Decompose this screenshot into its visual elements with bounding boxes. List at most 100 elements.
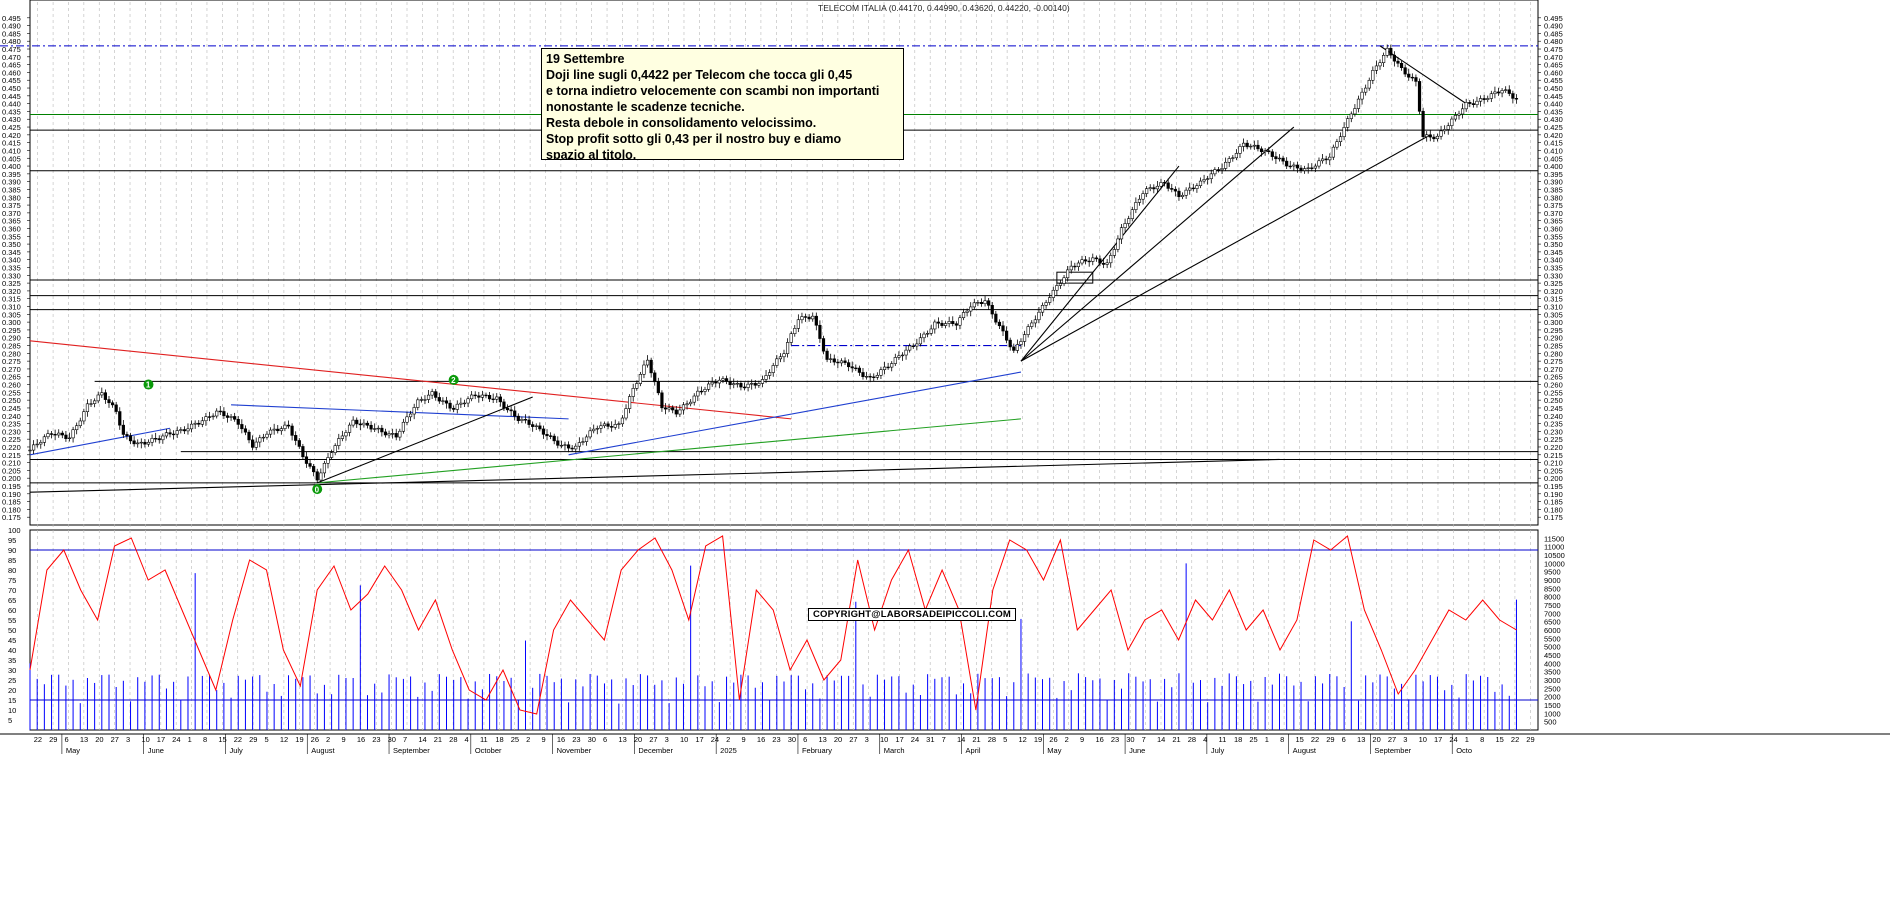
x-tick-label: 22 (34, 735, 42, 744)
price-candle (577, 442, 581, 447)
price-candle (437, 397, 441, 402)
x-tick-label: 30 (788, 735, 796, 744)
annotation-line: Stop profit sotto gli 0,43 per il nostro… (546, 132, 842, 146)
signal-label: 0 (315, 485, 320, 494)
x-month-label: July (229, 746, 243, 755)
price-candle (268, 429, 273, 435)
price-candle (803, 316, 808, 318)
x-tick-label: 8 (1480, 735, 1484, 744)
oscillator-tick-label: 95 (8, 536, 16, 545)
price-candle (1145, 188, 1149, 194)
price-candle (1371, 70, 1375, 81)
x-month-label: August (311, 746, 335, 755)
x-tick-label: 17 (157, 735, 165, 744)
price-candle (857, 367, 861, 373)
x-tick-label: 10 (1419, 735, 1427, 744)
x-tick-label: 20 (634, 735, 642, 744)
price-candle (1324, 158, 1328, 161)
price-candle (850, 366, 854, 369)
price-candle (355, 419, 359, 425)
x-tick-label: 22 (1511, 735, 1519, 744)
price-candle (1134, 202, 1138, 210)
annotation-box: 19 Settembre Doji line sugli 0,4422 per … (541, 48, 904, 160)
price-candle (487, 394, 492, 400)
price-candle (470, 394, 474, 400)
price-candle (1342, 127, 1346, 138)
price-candle (322, 462, 327, 474)
price-candle (1478, 98, 1483, 102)
price-candle (1267, 150, 1271, 153)
price-candle (405, 416, 409, 423)
x-tick-label: 29 (249, 735, 257, 744)
price-candle (193, 422, 197, 425)
x-tick-label: 14 (957, 735, 965, 744)
price-candle (1137, 198, 1142, 203)
price-candle (1306, 167, 1310, 169)
price-candle (739, 383, 743, 388)
price-candle (347, 424, 352, 433)
price-candle (473, 394, 477, 397)
price-candle (337, 438, 341, 446)
price-candle (750, 383, 754, 385)
price-candle (1073, 265, 1077, 268)
price-candle (771, 365, 775, 373)
volume-tick-label: 500 (1544, 718, 1557, 727)
price-candle (1320, 158, 1325, 162)
price-candle (49, 433, 54, 435)
x-tick-label: 2 (326, 735, 330, 744)
price-candle (620, 417, 625, 425)
x-month-label: July (1211, 746, 1225, 755)
x-tick-label: 2 (526, 735, 530, 744)
price-candle (100, 392, 104, 396)
price-candle (401, 421, 406, 432)
price-candle (369, 424, 373, 430)
price-candle (1403, 67, 1407, 75)
price-candle (1496, 91, 1501, 94)
price-candle (1252, 144, 1256, 147)
price-candle (1084, 259, 1088, 262)
price-candle (498, 396, 502, 403)
x-month-label: February (802, 746, 832, 755)
price-candle (276, 428, 280, 432)
price-candle (75, 425, 79, 431)
price-candle (904, 349, 908, 356)
price-candle (186, 428, 190, 432)
fan-line (1020, 126, 1295, 362)
x-tick-label: 31 (926, 735, 934, 744)
price-candle (1123, 223, 1127, 228)
price-candle (656, 381, 660, 394)
price-candle (82, 411, 86, 422)
price-candle (746, 383, 750, 388)
trendline-green (317, 418, 1022, 484)
price-candle (304, 456, 309, 464)
price-candle (35, 443, 39, 446)
price-candle (362, 422, 366, 426)
y-tick-label: 0.175 (1544, 513, 1563, 522)
x-tick-label: 6 (603, 735, 607, 744)
price-candle (243, 428, 248, 433)
price-candle (566, 444, 571, 449)
price-candle (200, 420, 204, 425)
price-candle (649, 359, 653, 374)
price-candle (283, 424, 287, 429)
x-tick-label: 20 (95, 735, 103, 744)
annotation-line: e torna indietro velocemente con scambi … (546, 84, 880, 98)
x-tick-label: 2 (1065, 735, 1069, 744)
price-candle (836, 361, 840, 364)
price-candle (829, 358, 833, 360)
price-candle (1471, 103, 1475, 106)
x-tick-label: 28 (988, 735, 996, 744)
price-candle (900, 354, 905, 357)
price-candle (78, 420, 82, 427)
price-candle (1015, 344, 1019, 351)
price-candle (645, 359, 650, 366)
price-candle (319, 472, 323, 481)
price-candle (728, 381, 732, 386)
price-candle (965, 310, 969, 313)
price-candle (477, 395, 481, 398)
x-tick-label: 9 (742, 735, 746, 744)
price-candle (416, 399, 420, 408)
price-candle (563, 444, 567, 446)
price-candle (1256, 144, 1260, 150)
x-tick-label: 6 (803, 735, 807, 744)
